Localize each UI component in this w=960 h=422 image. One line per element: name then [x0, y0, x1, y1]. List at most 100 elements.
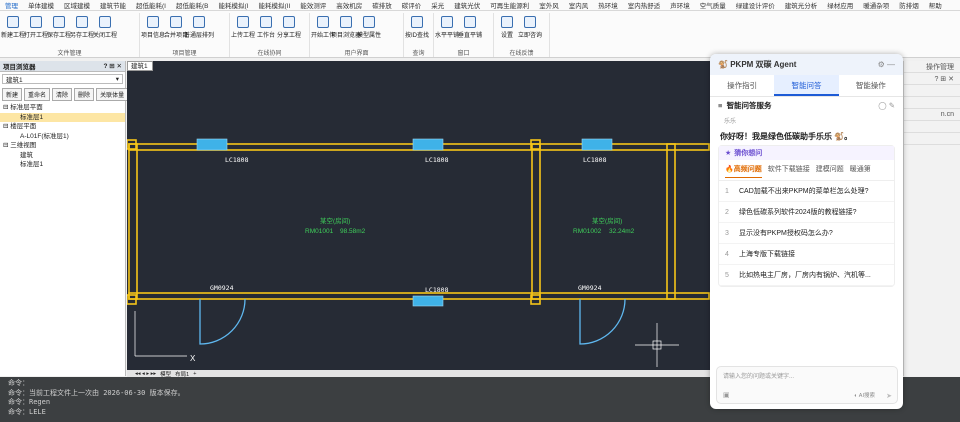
agent-header: 🐒 PKPM 双碳 Agent ⚙ — [710, 54, 903, 75]
ribbon-button[interactable]: 上传工程 [231, 13, 255, 39]
menu-item[interactable]: 绿建设计评价 [731, 0, 780, 10]
ribbon-button[interactable]: 普通层排列 [184, 13, 214, 39]
tree-node-selected[interactable]: 标准层1 [0, 112, 125, 122]
menu-item[interactable]: 超低能耗(B [171, 0, 214, 10]
ribbon-button[interactable]: 打开工程 [24, 13, 48, 39]
menu-icon[interactable]: ≡ [718, 101, 722, 110]
tree-node[interactable]: ⊟ 楼层平面 [0, 122, 125, 132]
question-item[interactable]: 5 比如热电主厂房，厂房内有锅炉、汽机等... [719, 265, 894, 286]
tool-icon [30, 16, 42, 28]
menu-item[interactable]: 空气质量 [695, 0, 731, 10]
browser-button[interactable]: 关联体量 [96, 88, 129, 101]
mascot-icon: 🐒 [718, 60, 728, 69]
question-item[interactable]: 2 绿色低碳系列软件2024版的教程链接? [719, 202, 894, 223]
right-panel: 操作管理 ? ⊞ ✕ n.cn [903, 61, 960, 376]
ribbon-button[interactable]: 项目信息 [141, 13, 165, 39]
floor-plan: LC1808 LC1808 LC1808 LC1808 GM0924 GM092… [126, 138, 710, 367]
ribbon-button[interactable]: 关闭工程 [93, 13, 117, 39]
tree-node[interactable]: ⊟ 标准层平面 [0, 103, 125, 113]
panel-controls[interactable]: ? ⊞ ✕ [104, 62, 122, 70]
menu-item[interactable]: 区域建模 [59, 0, 95, 10]
ribbon-button[interactable]: 工作台 [255, 13, 277, 39]
brush-icon[interactable]: ✎ [889, 101, 895, 110]
ribbon-button[interactable]: 垂直平铺 [458, 13, 482, 39]
menu-item[interactable]: 室内风 [564, 0, 594, 10]
group-file: 新建工程 打开工程 保存工程 另存工程 关闭工程 文件管理 [0, 13, 140, 57]
menu-item[interactable]: 室内热舒适 [623, 0, 666, 10]
question-item[interactable]: 1 CAD加载不出来PKPM的菜单栏怎么处理? [719, 181, 894, 202]
image-icon[interactable]: ▣ [723, 391, 730, 399]
building-select[interactable]: 建筑1 ▾ [2, 74, 123, 84]
menu-item[interactable]: 绿材应用 [822, 0, 858, 10]
ai-search-toggle[interactable]: ◐ AI搜索 [854, 391, 875, 399]
browser-button[interactable]: 新建 [2, 88, 23, 101]
panel-header: 项目浏览器? ⊞ ✕ [0, 61, 125, 72]
tab-qa[interactable]: 智能问答 [774, 75, 839, 96]
tool-icon [260, 16, 272, 28]
doc-tab[interactable]: 建筑1 [127, 61, 153, 71]
minimize-icon[interactable]: — [887, 60, 895, 69]
add-layout-button[interactable]: + [193, 371, 196, 377]
tree-node[interactable]: 标准层1 [0, 160, 125, 170]
menu-item[interactable]: 热环境 [593, 0, 623, 10]
question-item[interactable]: 3 显示没有PKPM授权码怎么办? [719, 223, 894, 244]
menu-item[interactable]: 防排烟 [894, 0, 924, 10]
menu-item[interactable]: 碳评价 [397, 0, 427, 10]
menu-item[interactable]: 管理 [0, 0, 23, 10]
menu-item[interactable]: 建筑光分析 [780, 0, 823, 10]
settings-icon[interactable]: ⚙ [878, 60, 885, 69]
tree-node[interactable]: 建筑 [0, 151, 125, 161]
ribbon-button[interactable]: 按ID查找 [405, 13, 429, 39]
ribbon-button[interactable]: 分享工程 [277, 13, 301, 39]
menu-item[interactable]: 能耗模拟(I [213, 0, 253, 10]
chat-input[interactable]: 请输入您的问题或关键字... ▣ ◐ AI搜索 ➤ [716, 366, 898, 404]
menu-item[interactable]: 单体建模 [23, 0, 59, 10]
ribbon-button[interactable]: 保存工程 [47, 13, 71, 39]
menu-item[interactable]: 建筑光伏 [449, 0, 485, 10]
menu-item[interactable]: 室外风 [534, 0, 564, 10]
menu-item[interactable]: 采光 [426, 0, 449, 10]
group-window: 水平平铺 垂直平铺 窗口 [434, 13, 494, 57]
ribbon-button[interactable]: 项目浏览器 [331, 13, 361, 39]
menu-item[interactable]: 声环境 [665, 0, 695, 10]
ribbon-button[interactable]: 水平平铺 [435, 13, 459, 39]
question-item[interactable]: 4 上海专版下载链接 [719, 244, 894, 265]
agent-panel: 🐒 PKPM 双碳 Agent ⚙ — 操作指引 智能问答 智能操作 ≡ 智能问… [710, 54, 903, 409]
room-id: RM01002 [573, 228, 602, 235]
qtab-download[interactable]: 软件下载链接 [768, 164, 810, 178]
browser-button[interactable]: 重命名 [24, 88, 51, 101]
window-label: LC1808 [225, 156, 249, 164]
qtab-hot[interactable]: 🔥高频问题 [725, 164, 762, 178]
send-icon[interactable]: ➤ [886, 392, 892, 400]
room-id: RM01001 [305, 228, 334, 235]
ribbon-button[interactable]: 立即咨询 [518, 13, 542, 39]
browser-button[interactable]: 清除 [52, 88, 73, 101]
menu-item[interactable]: 建筑节能 [95, 0, 131, 10]
chevron-down-icon: ▾ [115, 76, 119, 83]
qtab-modeling[interactable]: 建模问题 [816, 164, 844, 178]
agent-tabs: 操作指引 智能问答 智能操作 [710, 75, 903, 97]
qtab-hvac[interactable]: 暖通第 [850, 164, 871, 178]
menu-item[interactable]: 可再生能源利 [485, 0, 534, 10]
menu-item[interactable]: 碳排放 [367, 0, 397, 10]
tree-node[interactable]: ⊟ 三维视图 [0, 141, 125, 151]
menu-item[interactable]: 能效测评 [295, 0, 331, 10]
ribbon-button[interactable]: 另存工程 [70, 13, 94, 39]
ribbon-button[interactable]: 模型属性 [357, 13, 381, 39]
ribbon-button[interactable]: 新建工程 [1, 13, 25, 39]
tab-operation[interactable]: 智能操作 [839, 75, 903, 96]
menu-item[interactable]: 超低能耗(I [131, 0, 171, 10]
tab-guide[interactable]: 操作指引 [710, 75, 774, 96]
nav-arrows[interactable]: ◂◂ ◂ ▸ ▸▸ [135, 371, 156, 377]
menu-item[interactable]: 暖通杂项 [858, 0, 894, 10]
menu-item[interactable]: 高效机房 [331, 0, 367, 10]
tool-icon [340, 16, 352, 28]
ribbon-button[interactable]: 设置 [496, 13, 518, 39]
tree-node[interactable]: A-L01F(标准层1) [0, 132, 125, 142]
project-browser: 项目浏览器? ⊞ ✕ 建筑1 ▾ 新建 重命名 清除 删除 关联体量 ⊟ 标准层平面 标准… [0, 61, 129, 376]
browser-button[interactable]: 删除 [74, 88, 95, 101]
menu-item[interactable]: 能耗模拟(II [253, 0, 295, 10]
menu-item[interactable]: 帮助 [924, 0, 947, 10]
chat-icon[interactable]: ◯ [878, 101, 886, 110]
drawing-canvas[interactable]: LC1808 LC1808 LC1808 LC1808 GM0924 GM092… [126, 61, 711, 370]
